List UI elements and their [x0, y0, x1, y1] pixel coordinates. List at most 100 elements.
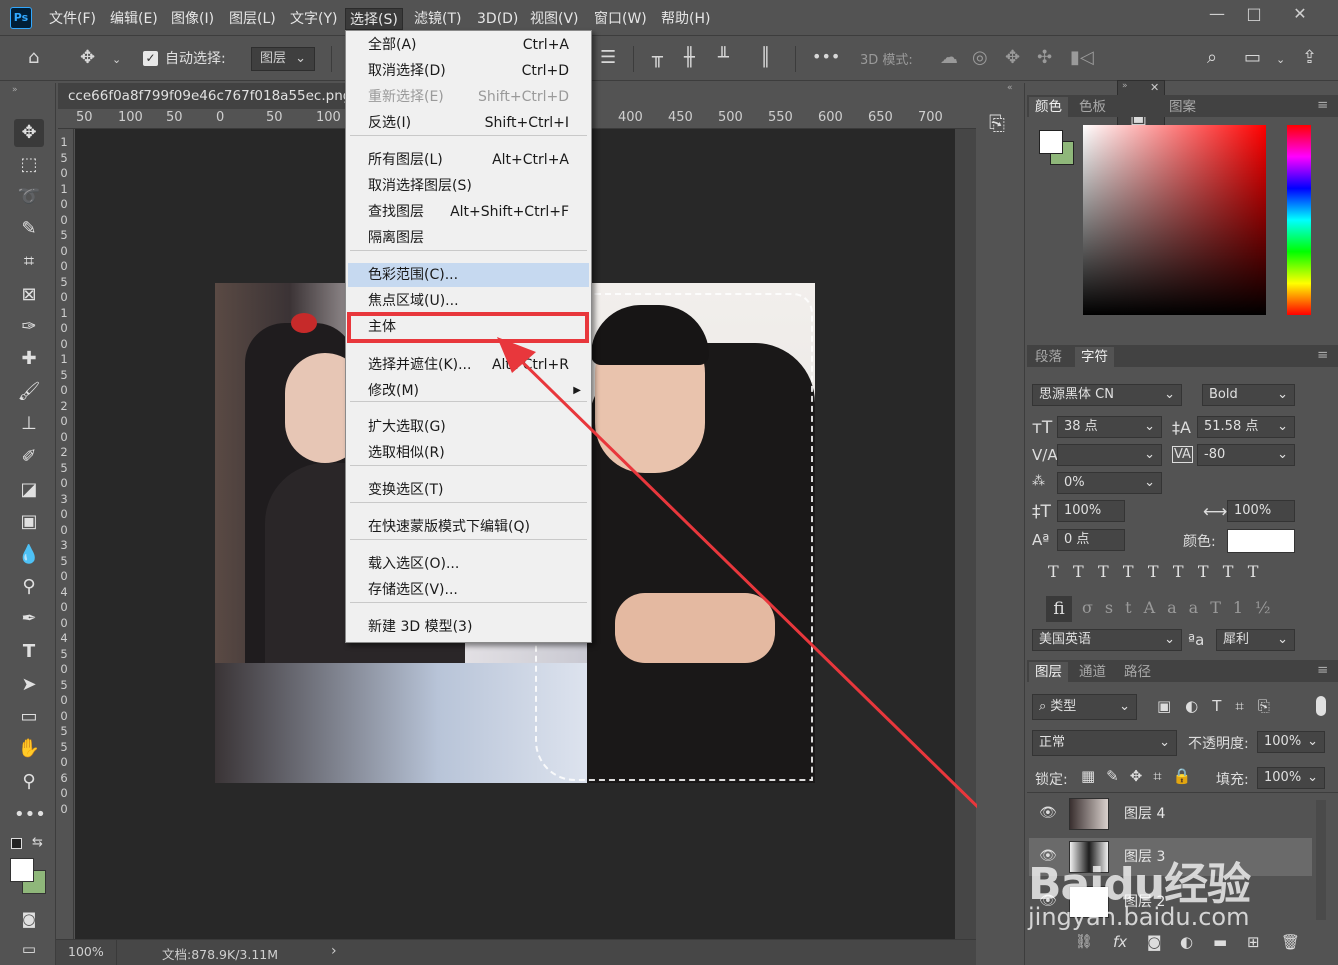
share-icon[interactable]: ⇪: [1302, 47, 1317, 68]
foreground-color-swatch[interactable]: [10, 858, 34, 882]
tab-layers[interactable]: 图层: [1029, 662, 1068, 682]
crop-tool-icon[interactable]: ⌗: [14, 248, 44, 276]
pen-tool-icon[interactable]: ✒: [14, 605, 44, 633]
zoom-level[interactable]: 100%: [68, 944, 104, 959]
home-icon[interactable]: ⌂: [28, 47, 39, 68]
rectangle-tool-icon[interactable]: ▭: [14, 703, 44, 731]
3d-camera-icon[interactable]: ▮◁: [1070, 47, 1094, 68]
tab-channels[interactable]: 通道: [1073, 662, 1112, 682]
dodge-tool-icon[interactable]: ⚲: [14, 573, 44, 601]
font-style-dropdown[interactable]: Bold ⌄: [1202, 384, 1295, 406]
gradient-tool-icon[interactable]: ▣: [14, 508, 44, 536]
auto-select-target-dropdown[interactable]: 图层 ⌄: [251, 47, 315, 71]
select-menu-item[interactable]: 变换选区(T): [348, 478, 589, 502]
select-menu-item[interactable]: 色彩范围(C)...: [348, 263, 589, 287]
vertical-scrollbar[interactable]: [955, 129, 976, 939]
select-menu-item[interactable]: 选取相似(R): [348, 441, 589, 465]
layer-name[interactable]: 图层 4: [1124, 795, 1165, 833]
3d-slide-icon[interactable]: ✣: [1037, 47, 1052, 68]
language-dropdown[interactable]: 美国英语 ⌄: [1032, 629, 1182, 651]
workspace-icon[interactable]: ▭: [1244, 47, 1261, 68]
quick-select-tool-icon[interactable]: ✎: [14, 215, 44, 243]
eyedropper-tool-icon[interactable]: ✑: [14, 313, 44, 341]
zoom-tool-icon[interactable]: ⚲: [14, 768, 44, 796]
eraser-tool-icon[interactable]: ◪: [14, 476, 44, 504]
panel-menu-icon[interactable]: ≡: [1317, 662, 1328, 678]
select-menu-item[interactable]: 选择并遮住(K)... Alt+Ctrl+R: [348, 353, 589, 377]
align-vcenter-icon[interactable]: ╫: [684, 47, 695, 68]
more-options-icon[interactable]: •••: [812, 47, 840, 66]
distribute-icon[interactable]: ☰: [600, 47, 616, 68]
tsume-field[interactable]: 0% ⌄: [1057, 472, 1162, 494]
text-color-swatch[interactable]: [1227, 529, 1295, 553]
default-colors-icon[interactable]: [11, 838, 22, 849]
menu-image[interactable]: 图像(I): [167, 8, 218, 30]
3d-pan-icon[interactable]: ✥: [1005, 47, 1020, 68]
collapse-icon[interactable]: »: [12, 85, 18, 95]
select-menu-item[interactable]: 载入选区(O)...: [348, 552, 589, 576]
move-tool-icon[interactable]: ✥: [80, 47, 95, 68]
document-tab[interactable]: cce66f0a8f799f09e46c767f018a55ec.png: [58, 83, 351, 109]
opacity-field[interactable]: 100% ⌄: [1257, 731, 1325, 753]
fill-field[interactable]: 100% ⌄: [1257, 767, 1325, 789]
close-button[interactable]: ✕: [1288, 4, 1312, 24]
tab-character[interactable]: 字符: [1075, 347, 1114, 367]
eye-icon[interactable]: 👁: [1039, 805, 1057, 821]
ligature-button[interactable]: fi: [1046, 596, 1072, 622]
edit-toolbar-icon[interactable]: •••: [14, 801, 46, 829]
select-menu-item[interactable]: 查找图层 Alt+Shift+Ctrl+F: [348, 200, 589, 224]
adjustment-layer-icon[interactable]: ◐: [1180, 933, 1193, 951]
menu-help[interactable]: 帮助(H): [657, 8, 714, 30]
tab-swatches[interactable]: 色板: [1073, 97, 1112, 117]
layers-scrollbar[interactable]: [1316, 800, 1326, 920]
chevron-down-icon[interactable]: ⌄: [112, 53, 121, 66]
font-family-dropdown[interactable]: 思源黑体 CN ⌄: [1032, 384, 1182, 406]
tracking-field[interactable]: -80 ⌄: [1197, 444, 1295, 466]
3d-roll-icon[interactable]: ◎: [972, 47, 988, 68]
foreground-color-swatch[interactable]: [1039, 130, 1063, 154]
align-top-icon[interactable]: ╥: [652, 47, 663, 68]
status-menu-chevron-icon[interactable]: ›: [331, 943, 337, 959]
font-size-field[interactable]: 38 点 ⌄: [1057, 416, 1162, 438]
search-icon[interactable]: ⌕: [1207, 47, 1217, 68]
lock-icons[interactable]: ▦✎✥⌗🔒: [1081, 767, 1202, 785]
menu-type[interactable]: 文字(Y): [286, 8, 341, 30]
layer-filter-dropdown[interactable]: ⌕ 类型 ⌄: [1032, 694, 1137, 720]
group-folder-icon[interactable]: ▬: [1213, 933, 1227, 951]
select-menu-item[interactable]: 重新选择(E) Shift+Ctrl+D: [348, 85, 589, 109]
antialias-dropdown[interactable]: 犀利 ⌄: [1216, 629, 1295, 651]
swap-colors-icon[interactable]: ⇆: [32, 835, 43, 850]
select-menu-item[interactable]: 全部(A) Ctrl+A: [348, 33, 589, 57]
menu-edit[interactable]: 编辑(E): [106, 8, 162, 30]
menu-layer[interactable]: 图层(L): [225, 8, 280, 30]
vertical-scale-field[interactable]: 100%: [1057, 500, 1125, 522]
filter-toggle[interactable]: [1316, 696, 1326, 716]
hue-slider[interactable]: [1287, 125, 1311, 315]
select-menu-item[interactable]: 新建 3D 模型(3): [348, 615, 589, 639]
blur-tool-icon[interactable]: 💧: [14, 541, 44, 569]
menu-select[interactable]: 选择(S): [345, 8, 403, 30]
distribute-horizontal-icon[interactable]: ║: [760, 47, 771, 68]
tab-color[interactable]: 颜色: [1029, 97, 1068, 117]
kerning-field[interactable]: ⌄: [1057, 444, 1162, 466]
blend-mode-dropdown[interactable]: 正常 ⌄: [1032, 730, 1177, 756]
link-layers-icon[interactable]: ⛓: [1075, 934, 1093, 950]
select-menu-item[interactable]: 存储选区(V)...: [348, 578, 589, 602]
text-style-buttons[interactable]: TTTTTTTTT: [1048, 562, 1272, 581]
select-menu-item[interactable]: 反选(I) Shift+Ctrl+I: [348, 111, 589, 135]
quick-mask-icon[interactable]: ◙: [14, 905, 44, 933]
menu-view[interactable]: 视图(V): [526, 8, 583, 30]
select-menu-item[interactable]: 在快速蒙版模式下编辑(Q): [348, 515, 589, 539]
fx-icon[interactable]: fx: [1113, 933, 1127, 951]
menu-file[interactable]: 文件(F): [45, 8, 100, 30]
tab-paths[interactable]: 路径: [1118, 662, 1157, 682]
stamp-tool-icon[interactable]: ⊥: [14, 410, 44, 438]
healing-brush-icon[interactable]: ✚: [14, 345, 44, 373]
maximize-button[interactable]: □: [1242, 4, 1266, 24]
select-menu-item[interactable]: 隔离图层: [348, 226, 589, 250]
auto-select-checkbox[interactable]: ✓: [143, 51, 158, 66]
collapse-icon[interactable]: «: [1007, 83, 1013, 93]
chevron-down-icon[interactable]: ⌄: [1276, 53, 1285, 66]
tab-patterns[interactable]: 图案: [1163, 97, 1202, 117]
panel-menu-icon[interactable]: ≡: [1317, 97, 1328, 113]
